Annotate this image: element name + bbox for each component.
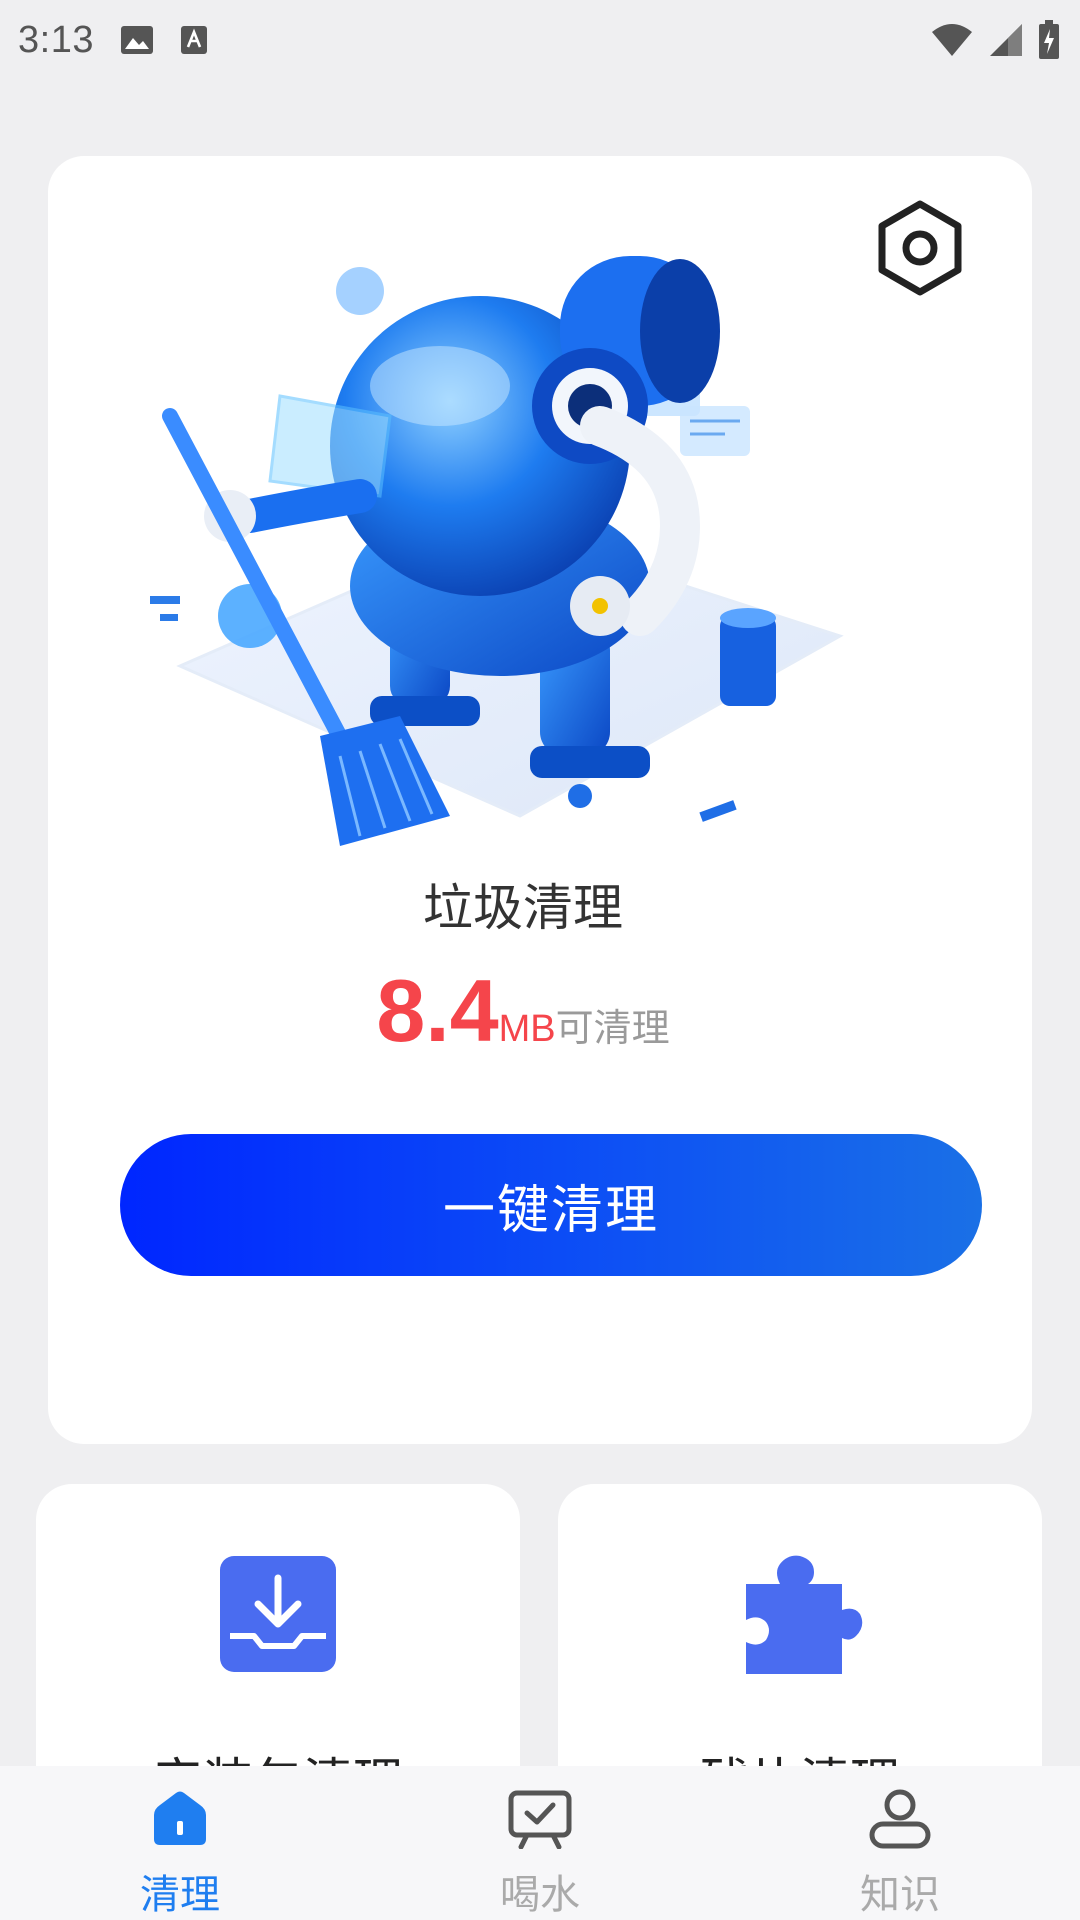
puzzle-piece-icon bbox=[736, 1550, 864, 1678]
image-icon bbox=[120, 25, 154, 55]
feature-card-residue-clean[interactable]: 残片清理 bbox=[558, 1484, 1042, 1804]
size-suffix: 可清理 bbox=[555, 1006, 670, 1050]
nav-item-drink-water[interactable]: 喝水 bbox=[360, 1766, 720, 1920]
robot-sweeping-illustration bbox=[120, 196, 880, 886]
person-icon bbox=[860, 1786, 940, 1852]
hexagon-settings-icon bbox=[876, 200, 964, 300]
nav-item-knowledge[interactable]: 知识 bbox=[720, 1766, 1080, 1920]
nav-label: 清理 bbox=[140, 1872, 220, 1918]
status-time: 3:13 bbox=[18, 18, 94, 61]
wifi-icon bbox=[930, 22, 974, 58]
junk-clean-card: 垃圾清理 8.4MB可清理 一键清理 bbox=[48, 156, 1032, 1444]
bottom-nav: 清理 喝水 知识 bbox=[0, 1766, 1080, 1920]
size-unit: MB bbox=[498, 1008, 556, 1050]
nav-label: 知识 bbox=[860, 1872, 940, 1918]
home-icon bbox=[140, 1786, 220, 1852]
download-tray-icon bbox=[214, 1550, 342, 1678]
nav-label: 喝水 bbox=[500, 1872, 580, 1918]
board-check-icon bbox=[500, 1786, 580, 1852]
feature-card-apk-clean[interactable]: 安装包清理 bbox=[36, 1484, 520, 1804]
battery-icon bbox=[1038, 20, 1060, 60]
signal-icon bbox=[988, 22, 1024, 58]
cleanable-size: 8.4MB可清理 bbox=[48, 960, 998, 1062]
size-value: 8.4 bbox=[376, 961, 499, 1060]
settings-button[interactable] bbox=[870, 200, 970, 300]
one-click-clean-button[interactable]: 一键清理 bbox=[120, 1134, 982, 1276]
status-bar: 3:13 bbox=[0, 0, 1080, 80]
nav-item-clean[interactable]: 清理 bbox=[0, 1766, 360, 1920]
status-left: 3:13 bbox=[18, 19, 208, 62]
text-a-icon bbox=[180, 25, 208, 55]
status-right bbox=[930, 20, 1060, 60]
page-title: 垃圾清理 bbox=[423, 879, 623, 937]
